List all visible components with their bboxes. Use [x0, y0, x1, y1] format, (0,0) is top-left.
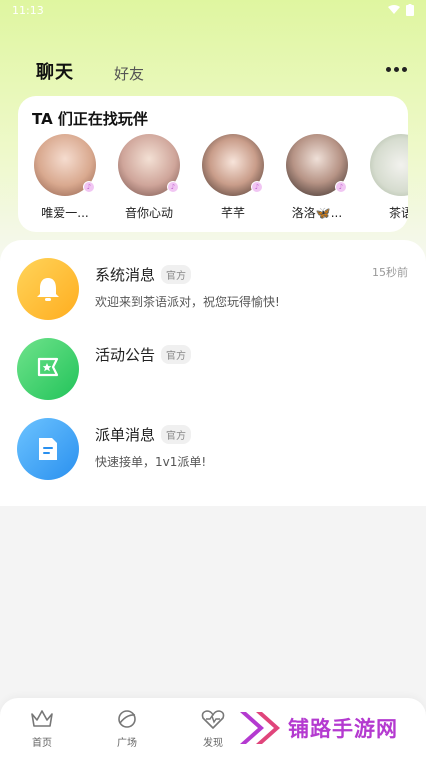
- activity-notice-icon: [17, 338, 79, 400]
- message-title: 系统消息: [95, 266, 156, 284]
- tab-friends[interactable]: 好友: [114, 63, 144, 84]
- system-message-icon: [17, 258, 79, 320]
- avatar: [370, 134, 408, 196]
- message-title-line: 活动公告 官方: [95, 344, 192, 365]
- list-item-activity[interactable]: 活动公告 官方: [0, 338, 426, 408]
- list-item-system[interactable]: 系统消息 官方 欢迎来到茶语派对，祝您玩得愉快! 15秒前: [0, 258, 426, 328]
- voice-badge-icon: ♪: [335, 181, 347, 193]
- battery-icon: [406, 4, 414, 16]
- user-item[interactable]: ♪ 音你心动: [118, 134, 180, 221]
- user-name: 芊芊: [220, 206, 245, 220]
- ta-card-title: TA 们正在找玩伴: [32, 110, 148, 128]
- message-title-line: 派单消息 官方: [95, 424, 192, 445]
- list-item-dispatch[interactable]: 派单消息 官方 快速接单，1v1派单!: [0, 418, 426, 488]
- watermark-logo-icon: [240, 712, 280, 744]
- message-time: 15秒前: [372, 266, 408, 279]
- nav-discover[interactable]: 发现: [188, 708, 238, 749]
- voice-badge-icon: ♪: [83, 181, 95, 193]
- nav-home[interactable]: 首页: [17, 708, 67, 749]
- user-name: 洛洛🦋...: [291, 206, 343, 220]
- message-title: 活动公告: [95, 346, 156, 364]
- avatar: ♪: [286, 134, 348, 196]
- wifi-icon: [388, 5, 400, 14]
- user-item[interactable]: ♪ 唯爱一...: [34, 134, 96, 221]
- heartbeat-icon: [201, 710, 225, 729]
- top-tabs: 聊天 好友: [36, 58, 144, 84]
- message-title: 派单消息: [95, 426, 156, 444]
- avatar: ♪: [34, 134, 96, 196]
- message-list: 系统消息 官方 欢迎来到茶语派对，祝您玩得愉快! 15秒前 活动公告 官方 派单…: [0, 240, 426, 506]
- user-item[interactable]: ♪ 洛洛🦋...: [286, 134, 348, 221]
- dispatch-message-icon: [17, 418, 79, 480]
- nav-label: 广场: [117, 738, 137, 749]
- nav-label: 发现: [203, 738, 223, 749]
- user-name: 音你心动: [124, 206, 173, 220]
- planet-icon: [118, 710, 136, 728]
- watermark-text: 铺路手游网: [288, 717, 398, 741]
- nav-square[interactable]: 广场: [102, 708, 152, 749]
- avatar-row: ♪ 唯爱一... ♪ 音你心动 ♪ 芊芊 ♪ 洛洛🦋... 茶语: [34, 134, 408, 221]
- voice-badge-icon: ♪: [167, 181, 179, 193]
- official-badge: 官方: [161, 425, 192, 444]
- nav-label: 首页: [32, 738, 52, 749]
- more-icon[interactable]: [386, 62, 408, 76]
- tab-chat[interactable]: 聊天: [36, 58, 74, 84]
- bell-icon: [37, 278, 59, 301]
- user-name: 唯爱一...: [41, 206, 89, 220]
- voice-badge-icon: ♪: [251, 181, 263, 193]
- user-item[interactable]: 茶语: [370, 134, 408, 221]
- crown-icon: [31, 710, 53, 727]
- user-item[interactable]: ♪ 芊芊: [202, 134, 264, 221]
- message-preview: 欢迎来到茶语派对，祝您玩得愉快!: [95, 295, 280, 309]
- ta-finding-card: TA 们正在找玩伴 ♪ 唯爱一... ♪ 音你心动 ♪ 芊芊 ♪ 洛洛🦋...: [18, 96, 408, 232]
- official-badge: 官方: [161, 345, 192, 364]
- status-icons: [388, 4, 414, 16]
- document-icon: [39, 438, 57, 460]
- official-badge: 官方: [161, 265, 192, 284]
- avatar: ♪: [118, 134, 180, 196]
- message-title-line: 系统消息 官方: [95, 264, 192, 285]
- status-time: 11:13: [12, 3, 44, 17]
- flag-star-icon: [37, 357, 59, 377]
- user-name: 茶语: [388, 206, 408, 220]
- watermark: 铺路手游网: [238, 708, 398, 748]
- message-preview: 快速接单，1v1派单!: [95, 455, 207, 469]
- status-bar: 11:13: [0, 0, 426, 20]
- avatar: ♪: [202, 134, 264, 196]
